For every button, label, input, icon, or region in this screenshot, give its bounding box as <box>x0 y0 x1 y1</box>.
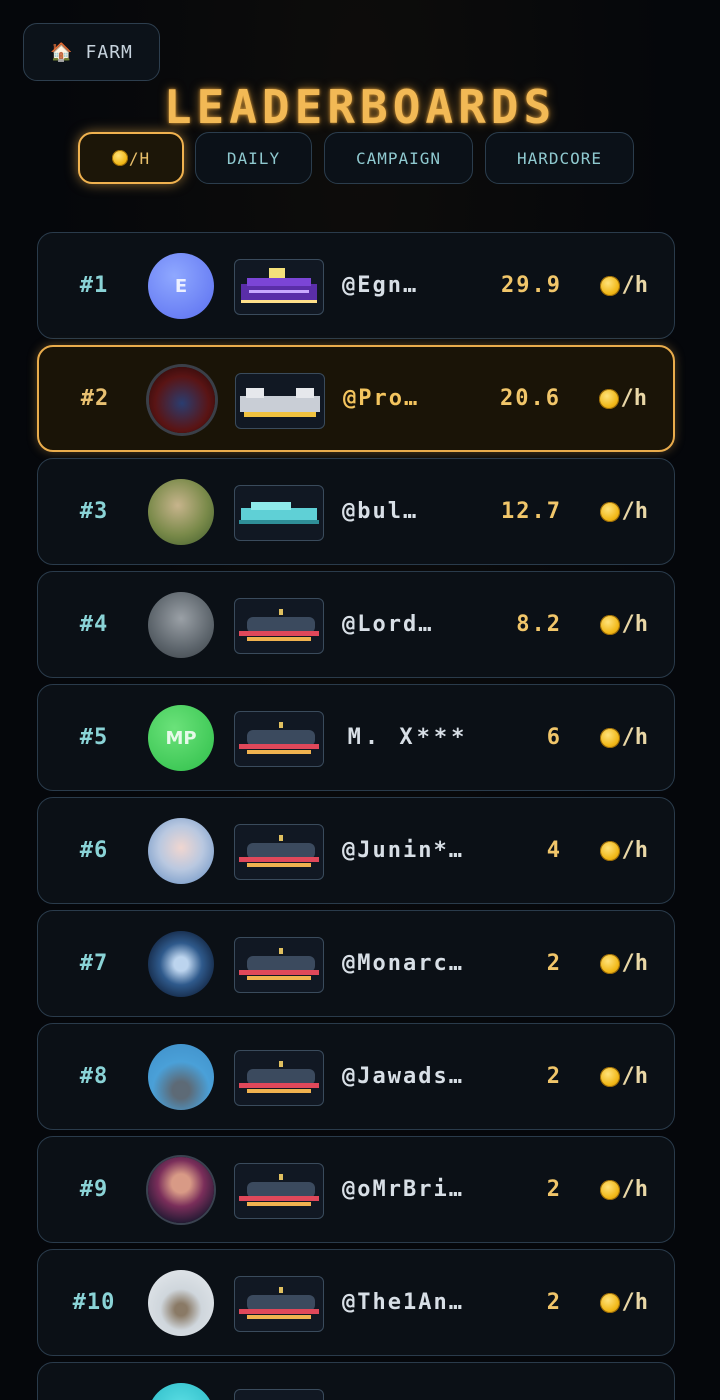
player-name: @Monarc… <box>342 951 464 976</box>
tab-label: HARDCORE <box>516 148 603 168</box>
rank-label: #9 <box>79 1177 109 1202</box>
leaderboard-row[interactable]: #4 @Lord… 8.2 /h <box>37 571 675 678</box>
tab-hardcore[interactable]: HARDCORE <box>485 132 634 184</box>
vehicle-image <box>234 1276 324 1332</box>
coin-icon <box>599 501 620 522</box>
avatar <box>149 367 215 433</box>
vehicle-image <box>234 1163 324 1219</box>
avatar <box>148 818 214 884</box>
avatar <box>148 592 214 658</box>
vehicle-image <box>234 598 324 654</box>
vehicle-image <box>234 711 324 767</box>
leaderboard-row[interactable]: #9 @oMrBri… 2 /h <box>37 1136 675 1243</box>
coin-icon <box>598 388 619 409</box>
tab-label: CAMPAIGN <box>355 148 442 168</box>
avatar <box>148 1044 214 1110</box>
rate-unit: /h <box>599 233 648 338</box>
rate-unit: /h <box>599 685 648 790</box>
rate-unit: /h <box>599 911 648 1016</box>
player-name: @Lord… <box>342 612 434 637</box>
score-value: 8.2 <box>516 612 562 637</box>
player-name: @The1An… <box>342 1290 464 1315</box>
leaderboard-row[interactable]: #2 @Pro… 20.6 /h <box>37 345 675 452</box>
score-value: 2 <box>546 1177 562 1202</box>
score-value: 20.6 <box>500 386 561 411</box>
tab-coins-per-hour[interactable]: /H <box>78 132 184 184</box>
leaderboard-row[interactable] <box>37 1362 675 1400</box>
house-icon: 🏠 <box>50 41 74 63</box>
leaderboard-row[interactable]: #6 @Junin*… 4 /h <box>37 797 675 904</box>
score-value: 2 <box>546 1290 562 1315</box>
rank-label: #2 <box>80 386 110 411</box>
tab-label: DAILY <box>226 148 281 168</box>
coin-icon <box>599 953 620 974</box>
page-title: LEADERBOARDS <box>163 80 557 134</box>
coin-icon <box>599 1179 620 1200</box>
rate-unit: /h <box>599 459 648 564</box>
coin-icon <box>599 727 620 748</box>
avatar <box>148 1157 214 1223</box>
coin-icon <box>599 1292 620 1313</box>
player-name: @bul… <box>342 499 419 524</box>
rank-label: #4 <box>79 612 109 637</box>
rank-label: #3 <box>79 499 109 524</box>
coin-icon <box>111 150 128 166</box>
leaderboard-row[interactable]: #3 @bul… 12.7 /h <box>37 458 675 565</box>
player-name: @oMrBri… <box>342 1177 464 1202</box>
tab-label: /H <box>128 148 151 168</box>
rate-unit: /h <box>599 1137 648 1242</box>
rate-unit: /h <box>599 1250 648 1355</box>
vehicle-image <box>234 1050 324 1106</box>
score-value: 12.7 <box>501 499 562 524</box>
vehicle-image <box>234 259 324 315</box>
leaderboard-row[interactable]: #7 @Monarc… 2 /h <box>37 910 675 1017</box>
rank-label: #10 <box>72 1290 116 1315</box>
coin-icon <box>599 275 620 296</box>
player-name: M. X*** <box>347 725 469 750</box>
leaderboard-row[interactable]: #5 MP M. X*** 6 /h <box>37 684 675 791</box>
rate-unit: /h <box>599 572 648 677</box>
leaderboard-row[interactable]: #8 @Jawads… 2 /h <box>37 1023 675 1130</box>
rate-unit: /h <box>599 1024 648 1129</box>
rate-unit: /h <box>599 798 648 903</box>
score-value: 2 <box>546 1064 562 1089</box>
farm-label: FARM <box>85 41 133 63</box>
player-name: @Jawads… <box>342 1064 464 1089</box>
avatar <box>148 479 214 545</box>
score-value: 29.9 <box>501 273 562 298</box>
score-value: 6 <box>546 725 562 750</box>
vehicle-image <box>234 1389 324 1400</box>
score-value: 4 <box>546 838 562 863</box>
coin-icon <box>599 1066 620 1087</box>
farm-button[interactable]: 🏠 FARM <box>23 23 160 81</box>
rate-unit: /h <box>598 347 647 450</box>
avatar <box>148 1270 214 1336</box>
avatar <box>148 931 214 997</box>
player-name: @Pro… <box>343 386 420 411</box>
avatar <box>148 1383 214 1400</box>
rank-label: #8 <box>79 1064 109 1089</box>
tab-campaign[interactable]: CAMPAIGN <box>324 132 473 184</box>
rank-label: #1 <box>79 273 109 298</box>
player-name: @Junin*… <box>342 838 464 863</box>
avatar: E <box>148 253 214 319</box>
leaderboard-tabs: /H DAILY CAMPAIGN HARDCORE <box>0 132 720 184</box>
rank-label: #5 <box>79 725 109 750</box>
vehicle-image <box>234 937 324 993</box>
rank-label: #7 <box>79 951 109 976</box>
vehicle-image <box>234 485 324 541</box>
tab-daily[interactable]: DAILY <box>195 132 312 184</box>
score-value: 2 <box>546 951 562 976</box>
avatar: MP <box>148 705 214 771</box>
leaderboard-row[interactable]: #1 E @Egn… 29.9 /h <box>37 232 675 339</box>
leaderboard-row[interactable]: #10 @The1An… 2 /h <box>37 1249 675 1356</box>
coin-icon <box>599 614 620 635</box>
coin-icon <box>599 840 620 861</box>
rank-label: #6 <box>79 838 109 863</box>
vehicle-image <box>235 373 325 429</box>
vehicle-image <box>234 824 324 880</box>
player-name: @Egn… <box>342 273 419 298</box>
